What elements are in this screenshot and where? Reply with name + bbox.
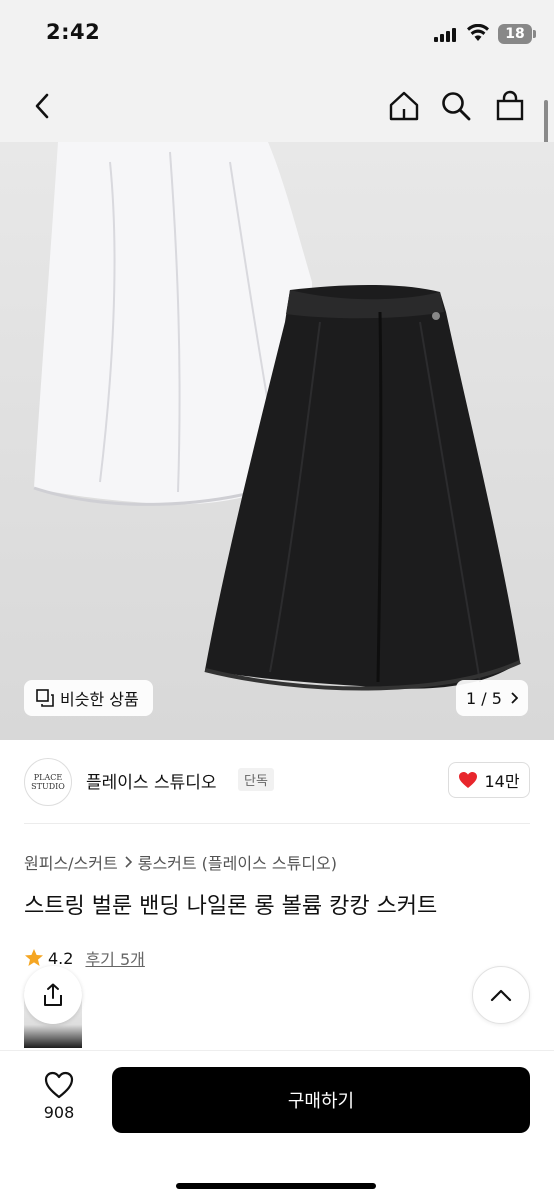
- share-button[interactable]: [24, 966, 82, 1024]
- bottom-action-bar: 908 구매하기: [0, 1050, 554, 1200]
- home-icon: [389, 91, 419, 121]
- search-button[interactable]: [436, 86, 476, 126]
- breadcrumb-category[interactable]: 원피스/스커트: [24, 850, 118, 874]
- skirt-photo: [33, 142, 521, 691]
- star-icon: [25, 949, 43, 966]
- breadcrumb: 원피스/스커트 롱스커트 (플레이스 스튜디오): [24, 850, 337, 874]
- home-indicator: [176, 1183, 376, 1189]
- status-bar: 2:42 18: [0, 0, 554, 70]
- heart-outline-icon: [44, 1071, 74, 1099]
- heart-filled-icon: [459, 772, 478, 788]
- signal-icon: [434, 28, 456, 42]
- share-icon: [44, 983, 62, 1006]
- wishlist-count: 908: [43, 1103, 75, 1122]
- search-icon: [442, 92, 471, 121]
- brand-like-button[interactable]: 14만: [448, 762, 530, 798]
- wifi-icon: [467, 24, 489, 41]
- similar-products-label: 비슷한 상품: [60, 690, 139, 709]
- home-button[interactable]: [384, 86, 424, 126]
- brand-like-count: 14만: [484, 772, 520, 791]
- gallery-page-indicator[interactable]: 1 / 5: [456, 680, 528, 716]
- cart-button[interactable]: [490, 86, 530, 126]
- top-nav: [0, 70, 554, 142]
- rating-row: 4.2 후기 5개: [24, 946, 145, 970]
- buy-button[interactable]: 구매하기: [112, 1067, 530, 1133]
- brand-name[interactable]: 플레이스 스튜디오: [86, 768, 217, 793]
- battery-indicator: 18: [498, 24, 536, 44]
- brand-logo[interactable]: PLACE STUDIO: [24, 758, 72, 806]
- similar-products-button[interactable]: 비슷한 상품: [24, 680, 153, 716]
- shopping-bag-icon: [496, 90, 524, 121]
- product-title: 스트링 벌룬 밴딩 나일론 롱 볼륨 캉캉 스커트: [24, 894, 438, 919]
- scroll-to-top-button[interactable]: [472, 966, 530, 1024]
- rating-value: 4.2: [48, 948, 74, 968]
- wishlist-button[interactable]: 908: [30, 1071, 88, 1131]
- page-count: 1 / 5: [466, 688, 502, 708]
- exclusive-badge: 단독: [238, 768, 274, 791]
- chevron-right-icon: [511, 692, 518, 704]
- back-button[interactable]: [22, 86, 62, 126]
- chevron-left-icon: [35, 93, 49, 119]
- status-time: 2:42: [46, 20, 101, 44]
- chevron-right-icon: [125, 856, 132, 868]
- divider: [24, 823, 530, 824]
- review-link[interactable]: 후기 5개: [85, 946, 144, 970]
- brand-row: PLACE STUDIO 플레이스 스튜디오 단독 14만: [0, 740, 554, 824]
- copy-icon: [36, 689, 54, 707]
- product-image[interactable]: [0, 142, 554, 740]
- chevron-up-icon: [490, 989, 512, 1002]
- breadcrumb-subcategory[interactable]: 롱스커트 (플레이스 스튜디오): [138, 850, 337, 874]
